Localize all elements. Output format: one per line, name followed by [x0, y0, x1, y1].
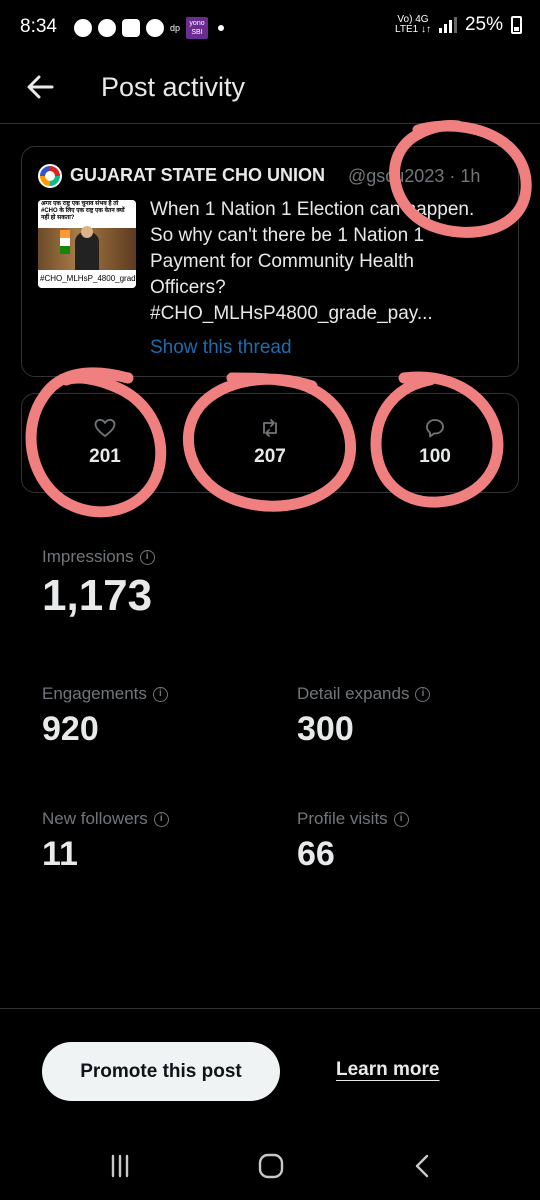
signal-icon [438, 17, 457, 33]
post-text-line: #CHO_MLHsP4800_grade_pay... [150, 303, 433, 324]
network-indicator: Vo) 4G LTE1 ↓↑ [395, 15, 431, 35]
likes-count: 201 [89, 446, 121, 467]
post-text-line: When 1 Nation 1 Election can happen. [150, 199, 475, 220]
reposts-count: 207 [254, 446, 286, 467]
add-contact-icon [146, 19, 164, 37]
app-small-icon: dp [170, 23, 181, 33]
author-handle: @gscu2023 · 1h [348, 166, 481, 186]
post-image-caption: #CHO_MLHsP_4800_grade_pay [38, 270, 136, 288]
impressions-metric: Impressions i 1,173 [42, 547, 155, 621]
info-icon[interactable]: i [152, 686, 168, 702]
post-text-line: Officers? [150, 277, 226, 298]
battery-icon [511, 16, 522, 34]
impressions-value: 1,173 [42, 571, 153, 620]
status-bar: 8:34 dp yono SBI Vo) 4G LTE1 ↓↑ 25% [0, 0, 540, 56]
profile-visits-label: Profile visits [297, 809, 388, 828]
home-icon[interactable] [256, 1152, 286, 1180]
post-text-line: Payment for Community Health [150, 251, 414, 272]
info-icon[interactable]: i [393, 811, 409, 827]
footer-actions: Promote this post Learn more [0, 1008, 540, 1128]
page-header: Post activity [0, 56, 540, 124]
likes-stat[interactable]: 201 [65, 416, 145, 468]
learn-more-link[interactable]: Learn more [336, 1059, 439, 1081]
yono-sbi-icon: yono SBI [186, 17, 209, 39]
replies-count: 100 [419, 446, 451, 467]
new-followers-label: New followers [42, 809, 148, 828]
avatar[interactable] [38, 164, 62, 188]
youtube-icon [122, 19, 140, 37]
post-image-top-text: अगर एक राष्ट्र एक चुनाव संभव है तो #CHO … [38, 200, 136, 228]
post-card[interactable]: GUJARAT STATE CHO UNION @gscu2023 · 1h अ… [21, 146, 519, 377]
post-text: When 1 Nation 1 Election can happen. So … [150, 197, 510, 327]
promote-post-button[interactable]: Promote this post [42, 1042, 280, 1101]
profile-visits-value: 66 [297, 835, 335, 873]
reply-icon [426, 419, 444, 438]
page-title: Post activity [101, 72, 246, 102]
post-text-line: So why can't there be 1 Nation 1 [150, 225, 425, 246]
detail-expands-value: 300 [297, 710, 354, 748]
new-followers-metric: New followers i 11 [42, 809, 169, 874]
new-followers-label-row: New followers i [42, 809, 169, 829]
profile-visits-metric: Profile visits i 66 [297, 809, 409, 874]
replies-stat[interactable]: 100 [395, 416, 475, 468]
info-icon[interactable]: i [153, 811, 169, 827]
profile-visits-label-row: Profile visits i [297, 809, 409, 829]
heart-icon [94, 418, 116, 438]
show-thread-link[interactable]: Show this thread [150, 337, 292, 359]
flag-icon [60, 230, 70, 254]
post-image[interactable]: अगर एक राष्ट्र एक चुनाव संभव है तो #CHO … [38, 200, 136, 288]
impressions-label: Impressions [42, 547, 134, 566]
engagements-label-row: Engagements i [42, 684, 168, 704]
battery-percent: 25% [464, 14, 503, 35]
impressions-label-row: Impressions i [42, 547, 155, 567]
person-face [81, 226, 93, 238]
info-icon[interactable]: i [139, 549, 155, 565]
engagement-card: 201 207 100 [21, 393, 519, 493]
system-nav-bar [0, 1128, 540, 1200]
system-status: Vo) 4G LTE1 ↓↑ 25% [395, 14, 522, 36]
detail-expands-label: Detail expands [297, 684, 410, 703]
repost-icon [263, 419, 277, 437]
info-icon[interactable]: i [415, 686, 431, 702]
author-name: GUJARAT STATE CHO UNION [70, 165, 325, 185]
engagements-value: 920 [42, 710, 99, 748]
recent-apps-icon[interactable] [105, 1152, 135, 1180]
whatsapp-icon [98, 19, 116, 37]
back-nav-icon[interactable] [408, 1152, 438, 1180]
more-notifications-dot-icon [218, 25, 225, 31]
detail-expands-label-row: Detail expands i [297, 684, 431, 704]
engagements-metric: Engagements i 920 [42, 684, 168, 749]
arrow-left-icon[interactable] [24, 70, 58, 104]
status-time: 8:34 [20, 16, 57, 37]
notification-icons: dp yono SBI [74, 17, 225, 39]
network-sub: LTE1 ↓↑ [395, 24, 431, 35]
new-followers-value: 11 [42, 835, 78, 873]
reposts-stat[interactable]: 207 [230, 416, 310, 468]
engagements-label: Engagements [42, 684, 147, 703]
snapchat-icon [74, 19, 92, 37]
detail-expands-metric: Detail expands i 300 [297, 684, 431, 749]
